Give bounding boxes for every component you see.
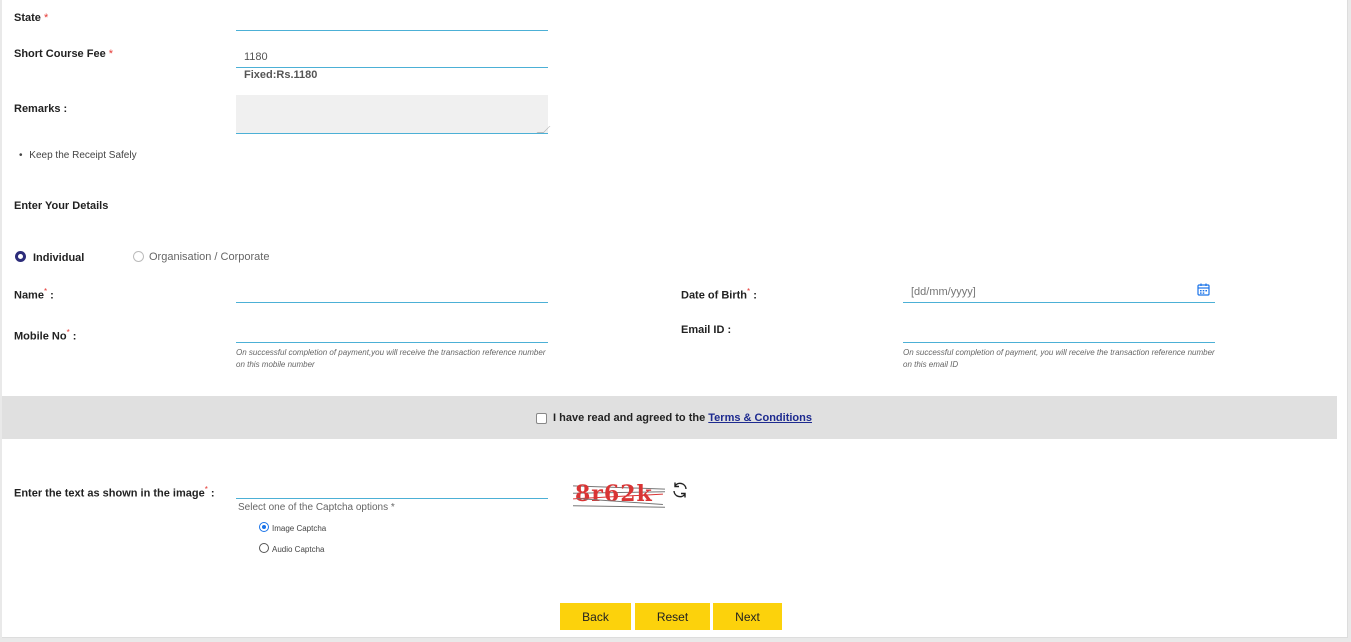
radio-organisation[interactable]: [133, 251, 144, 262]
captcha-options-label: Select one of the Captcha options *: [238, 502, 395, 513]
email-hint: On successful completion of payment, you…: [903, 348, 1215, 369]
dob-label: Date of Birth* :: [681, 287, 757, 302]
captcha-label: Enter the text as shown in the image* :: [14, 485, 215, 500]
email-input[interactable]: [903, 322, 1215, 343]
individual-label: Individual: [33, 252, 85, 264]
bullet-icon: •: [19, 150, 23, 161]
organisation-label: Organisation / Corporate: [149, 251, 270, 263]
fee-fixed-amount: Fixed:Rs.1180: [244, 69, 318, 81]
terms-band: I have read and agreed to the Terms & Co…: [2, 396, 1337, 439]
state-field[interactable]: [236, 12, 548, 31]
mobile-label: Mobile No* :: [14, 328, 77, 343]
calendar-icon[interactable]: [1197, 283, 1210, 296]
radio-audio-captcha[interactable]: [259, 543, 269, 553]
terms-checkbox[interactable]: [536, 413, 547, 424]
refresh-icon[interactable]: [670, 480, 690, 500]
back-button[interactable]: Back: [560, 603, 631, 630]
captcha-input[interactable]: [236, 478, 548, 499]
next-button[interactable]: Next: [713, 603, 782, 630]
dob-input[interactable]: [903, 281, 1215, 303]
fee-label: Short Course Fee *: [14, 48, 114, 60]
fee-field[interactable]: [236, 47, 548, 68]
captcha-image: 8r62k: [573, 481, 667, 513]
terms-text: I have read and agreed to the Terms & Co…: [553, 412, 812, 424]
image-captcha-label: Image Captcha: [272, 524, 327, 533]
details-heading: Enter Your Details: [14, 200, 109, 212]
receipt-note: • Keep the Receipt Safely: [19, 150, 137, 161]
terms-link[interactable]: Terms & Conditions: [708, 412, 812, 424]
audio-captcha-label: Audio Captcha: [272, 545, 325, 554]
email-label: Email ID :: [681, 324, 732, 336]
radio-individual[interactable]: [15, 251, 26, 262]
remarks-textarea[interactable]: [236, 95, 548, 134]
radio-image-captcha[interactable]: [259, 522, 269, 532]
mobile-hint: On successful completion of payment,you …: [236, 348, 546, 369]
remarks-label: Remarks :: [14, 103, 68, 115]
payment-form-page: State * Short Course Fee * Fixed:Rs.1180…: [2, 0, 1348, 638]
reset-button[interactable]: Reset: [635, 603, 710, 630]
state-label: State *: [14, 12, 49, 24]
mobile-input[interactable]: [236, 322, 548, 343]
name-label: Name* :: [14, 287, 54, 302]
remarks-wrapper: [236, 95, 551, 134]
name-input[interactable]: [236, 283, 548, 303]
